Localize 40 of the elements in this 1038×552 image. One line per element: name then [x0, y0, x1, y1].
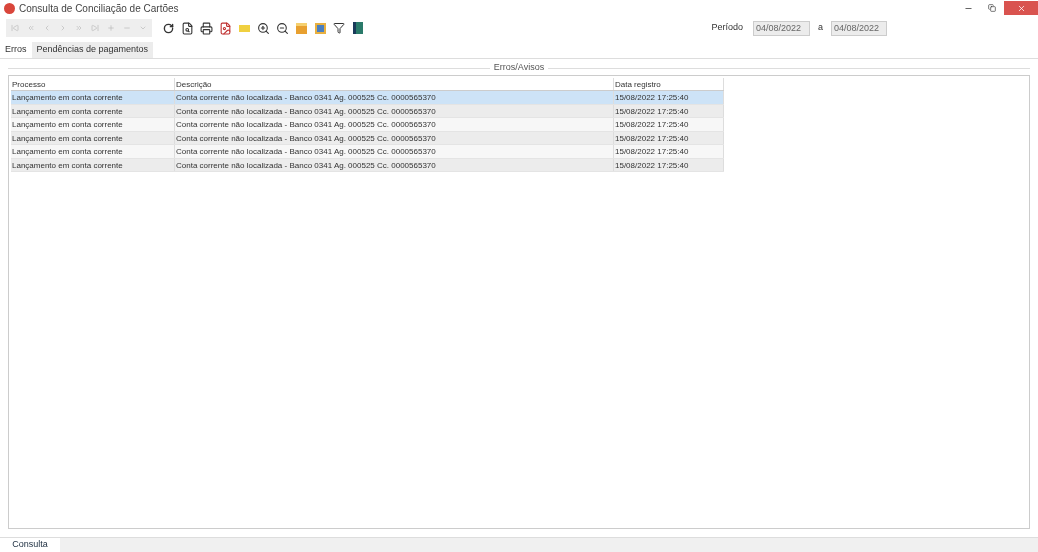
date-field[interactable]: 04/08/2022 — [753, 20, 810, 36]
table-cell: Conta corrente não localizada - Banco 0341 Ag. 000525 Cc. 0000565370 — [175, 131, 614, 144]
close-icon — [1016, 3, 1026, 13]
table-cell: 15/08/2022 17:25:40 — [614, 158, 724, 171]
table-cell: Lançamento em conta corrente — [11, 158, 175, 171]
table-cell: Conta corrente não localizada - Banco 0341 Ag. 000525 Cc. 0000565370 — [175, 145, 614, 158]
table-cell: Conta corrente não localizada - Banco 0341 Ag. 000525 Cc. 0000565370 — [175, 158, 614, 171]
table-cell: Conta corrente não localizada - Banco 0341 Ag. 000525 Cc. 0000565370 — [175, 104, 614, 117]
table-cell: Conta corrente não localizada - Banco 0341 Ag. 000525 Cc. 0000565370 — [175, 118, 614, 131]
app-icon — [4, 2, 15, 14]
window-title: Consulta de Conciliação de Cartões — [19, 1, 179, 16]
table-cell: 15/08/2022 17:25:40 — [614, 131, 724, 144]
zoom-in-icon[interactable] — [255, 20, 271, 36]
tab[interactable]: Consulta — [0, 538, 60, 552]
table-cell: 15/08/2022 17:25:40 — [614, 118, 724, 131]
column-header[interactable]: Processo — [11, 78, 175, 90]
table-row[interactable]: Lançamento em conta corrente Conta corrente não localizada - Banco 0341 Ag. 000525 Cc. 0000565370 15/08/2022 17:25:40 — [11, 91, 724, 105]
table-row[interactable]: Lançamento em conta corrente Conta corrente não localizada - Banco 0341 Ag. 000525 Cc. 0000565370 15/08/2022 17:25:40 — [11, 118, 724, 132]
window-icon[interactable] — [312, 20, 328, 36]
table-cell: Conta corrente não localizada - Banco 0341 Ag. 000525 Cc. 0000565370 — [175, 91, 614, 104]
filter-icon[interactable] — [331, 20, 347, 36]
table-cell: 15/08/2022 17:25:40 — [614, 104, 724, 117]
printer-icon[interactable] — [198, 20, 214, 36]
period-label: Período — [711, 21, 743, 35]
table-row[interactable]: Lançamento em conta corrente Conta corrente não localizada - Banco 0341 Ag. 000525 Cc. 0000565370 15/08/2022 17:25:40 — [11, 145, 724, 159]
date-field[interactable]: 04/08/2022 — [831, 20, 887, 36]
column-header[interactable]: Data registro — [614, 78, 724, 90]
table-cell: 15/08/2022 17:25:40 — [614, 91, 724, 104]
table-cell: Lançamento em conta corrente — [11, 91, 175, 104]
table-cell: Lançamento em conta corrente — [11, 131, 175, 144]
restore-icon — [988, 4, 996, 12]
table-cell: Lançamento em conta corrente — [11, 145, 175, 158]
column-header[interactable]: Descrição — [175, 78, 614, 90]
tab[interactable]: Pendências de pagamentos — [31, 42, 154, 58]
group-title: Erros/Avisos — [492, 61, 546, 75]
separator-label: a — [818, 21, 823, 35]
table-cell: 15/08/2022 17:25:40 — [614, 145, 724, 158]
table-cell: Lançamento em conta corrente — [11, 104, 175, 117]
table-cell: Lançamento em conta corrente — [11, 118, 175, 131]
zoom-out-icon[interactable] — [274, 20, 290, 36]
